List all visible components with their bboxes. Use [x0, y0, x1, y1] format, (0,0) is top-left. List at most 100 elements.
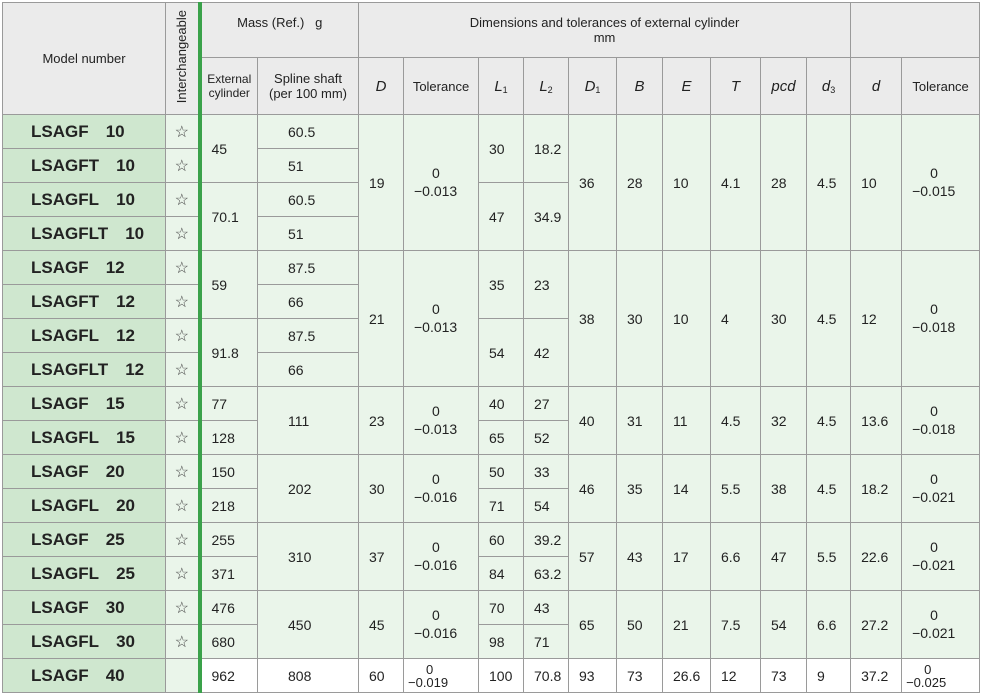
- mass-external: 255: [199, 522, 258, 557]
- dim-tolerance-2: 0 −0.025: [901, 658, 981, 693]
- star-icon: ☆: [165, 216, 202, 251]
- header-dimensions: Dimensions and tolerances of external cy…: [357, 2, 852, 58]
- dim-B: 73: [616, 658, 663, 693]
- star-icon: ☆: [165, 148, 202, 183]
- dim-L1: 84: [478, 556, 524, 591]
- dim-D1: 38: [568, 250, 617, 387]
- dim-E: 17: [662, 522, 711, 591]
- dim-D1: 93: [568, 658, 617, 693]
- dim-d: 10: [850, 114, 903, 251]
- dim-pcd: 47: [760, 522, 807, 591]
- mass-spline: 66: [257, 352, 359, 387]
- star-icon: ☆: [165, 284, 202, 319]
- dim-L1: 50: [478, 454, 524, 489]
- mass-external: 59: [199, 250, 258, 319]
- dim-L1: 70: [478, 590, 524, 625]
- header-dims-unit: mm: [593, 30, 616, 45]
- dim-T: 4.1: [710, 114, 761, 251]
- dim-tolerance: 0 −0.016: [403, 454, 479, 523]
- dim-d: 18.2: [850, 454, 903, 523]
- model-cell: LSAGFL 30: [2, 624, 166, 659]
- dim-d: 27.2: [850, 590, 903, 659]
- dim-d: 12: [850, 250, 903, 387]
- dim-pcd: 30: [760, 250, 807, 387]
- mass-external: 128: [199, 420, 258, 455]
- dim-L2: 18.2: [523, 114, 569, 183]
- dim-pcd: 73: [760, 658, 807, 693]
- dim-tolerance: 0 −0.019: [403, 658, 479, 693]
- dim-d3: 5.5: [805, 522, 852, 591]
- dim-tolerance-2: 0 −0.018: [901, 386, 981, 455]
- dim-E: 10: [662, 114, 711, 251]
- header-pcd: pcd: [760, 57, 807, 115]
- dim-E: 11: [662, 386, 711, 455]
- star-icon: ☆: [165, 454, 202, 489]
- model-cell: LSAGFLT 12: [2, 352, 166, 387]
- dim-L1: 98: [478, 624, 524, 659]
- star-icon: ☆: [165, 386, 202, 421]
- star-icon: ☆: [165, 182, 202, 217]
- dim-D: 23: [358, 386, 404, 455]
- dim-L2: 34.9: [523, 182, 569, 251]
- mass-spline: 87.5: [257, 318, 359, 353]
- dim-L1: 40: [478, 386, 524, 421]
- star-icon: ☆: [165, 522, 202, 557]
- mass-external: 476: [199, 590, 258, 625]
- header-mass: Mass (Ref.) g: [199, 2, 359, 58]
- header-tolerance-2: Tolerance: [901, 57, 981, 115]
- star-icon: ☆: [165, 488, 202, 523]
- dim-E: 10: [662, 250, 711, 387]
- dim-E: 14: [662, 454, 711, 523]
- dim-L2: 43: [523, 590, 569, 625]
- mass-external: 77: [199, 386, 258, 421]
- dim-L2: 63.2: [523, 556, 569, 591]
- model-cell: LSAGFL 12: [2, 318, 166, 353]
- dim-T: 7.5: [710, 590, 761, 659]
- dim-T: 4: [710, 250, 761, 387]
- model-cell: LSAGFL 10: [2, 182, 166, 217]
- model-cell: LSAGF 10: [2, 114, 166, 149]
- dim-B: 43: [616, 522, 663, 591]
- header-tolerance: Tolerance: [403, 57, 479, 115]
- header-mass-spline: Spline shaft (per 100 mm): [257, 57, 359, 115]
- dim-tolerance: 0 −0.016: [403, 522, 479, 591]
- model-cell: LSAGF 15: [2, 386, 166, 421]
- model-cell: LSAGFT 12: [2, 284, 166, 319]
- mass-spline: 111: [257, 386, 359, 455]
- star-empty-cell: [165, 658, 202, 693]
- dim-B: 28: [616, 114, 663, 251]
- header-L2: L2: [523, 57, 569, 115]
- model-cell: LSAGF 40: [2, 658, 166, 693]
- dim-D1: 36: [568, 114, 617, 251]
- table-row: LSAGF 20 ☆ 150 202 30 0 −0.016 50 33 46 35…: [2, 454, 981, 523]
- dim-D1: 65: [568, 590, 617, 659]
- dim-T: 4.5: [710, 386, 761, 455]
- dim-L2: 52: [523, 420, 569, 455]
- mass-external: 680: [199, 624, 258, 659]
- table-row: LSAGF 15 ☆ 77 111 23 0 −0.013 40 27 40 31 …: [2, 386, 981, 455]
- header-B: B: [616, 57, 663, 115]
- dim-D: 45: [358, 590, 404, 659]
- mass-spline: 51: [257, 216, 359, 251]
- dim-pcd: 32: [760, 386, 807, 455]
- dim-D: 19: [358, 114, 404, 251]
- mass-external: 150: [199, 454, 258, 489]
- model-cell: LSAGFT 10: [2, 148, 166, 183]
- mass-external: 91.8: [199, 318, 258, 387]
- dim-tolerance-2: 0 −0.018: [901, 250, 981, 387]
- dim-d3: 4.5: [805, 250, 852, 387]
- star-icon: ☆: [165, 250, 202, 285]
- dim-pcd: 28: [760, 114, 807, 251]
- dim-L2: 54: [523, 488, 569, 523]
- star-icon: ☆: [165, 420, 202, 455]
- model-cell: LSAGF 30: [2, 590, 166, 625]
- table-row: LSAGF 30 ☆ 476 450 45 0 −0.016 70 43 65 50…: [2, 590, 981, 659]
- star-icon: ☆: [165, 114, 202, 149]
- mass-spline: 66: [257, 284, 359, 319]
- dim-d: 13.6: [850, 386, 903, 455]
- model-cell: LSAGF 12: [2, 250, 166, 285]
- model-cell: LSAGF 25: [2, 522, 166, 557]
- dim-D1: 40: [568, 386, 617, 455]
- dim-tolerance: 0 −0.013: [403, 386, 479, 455]
- dim-L1: 30: [478, 114, 524, 183]
